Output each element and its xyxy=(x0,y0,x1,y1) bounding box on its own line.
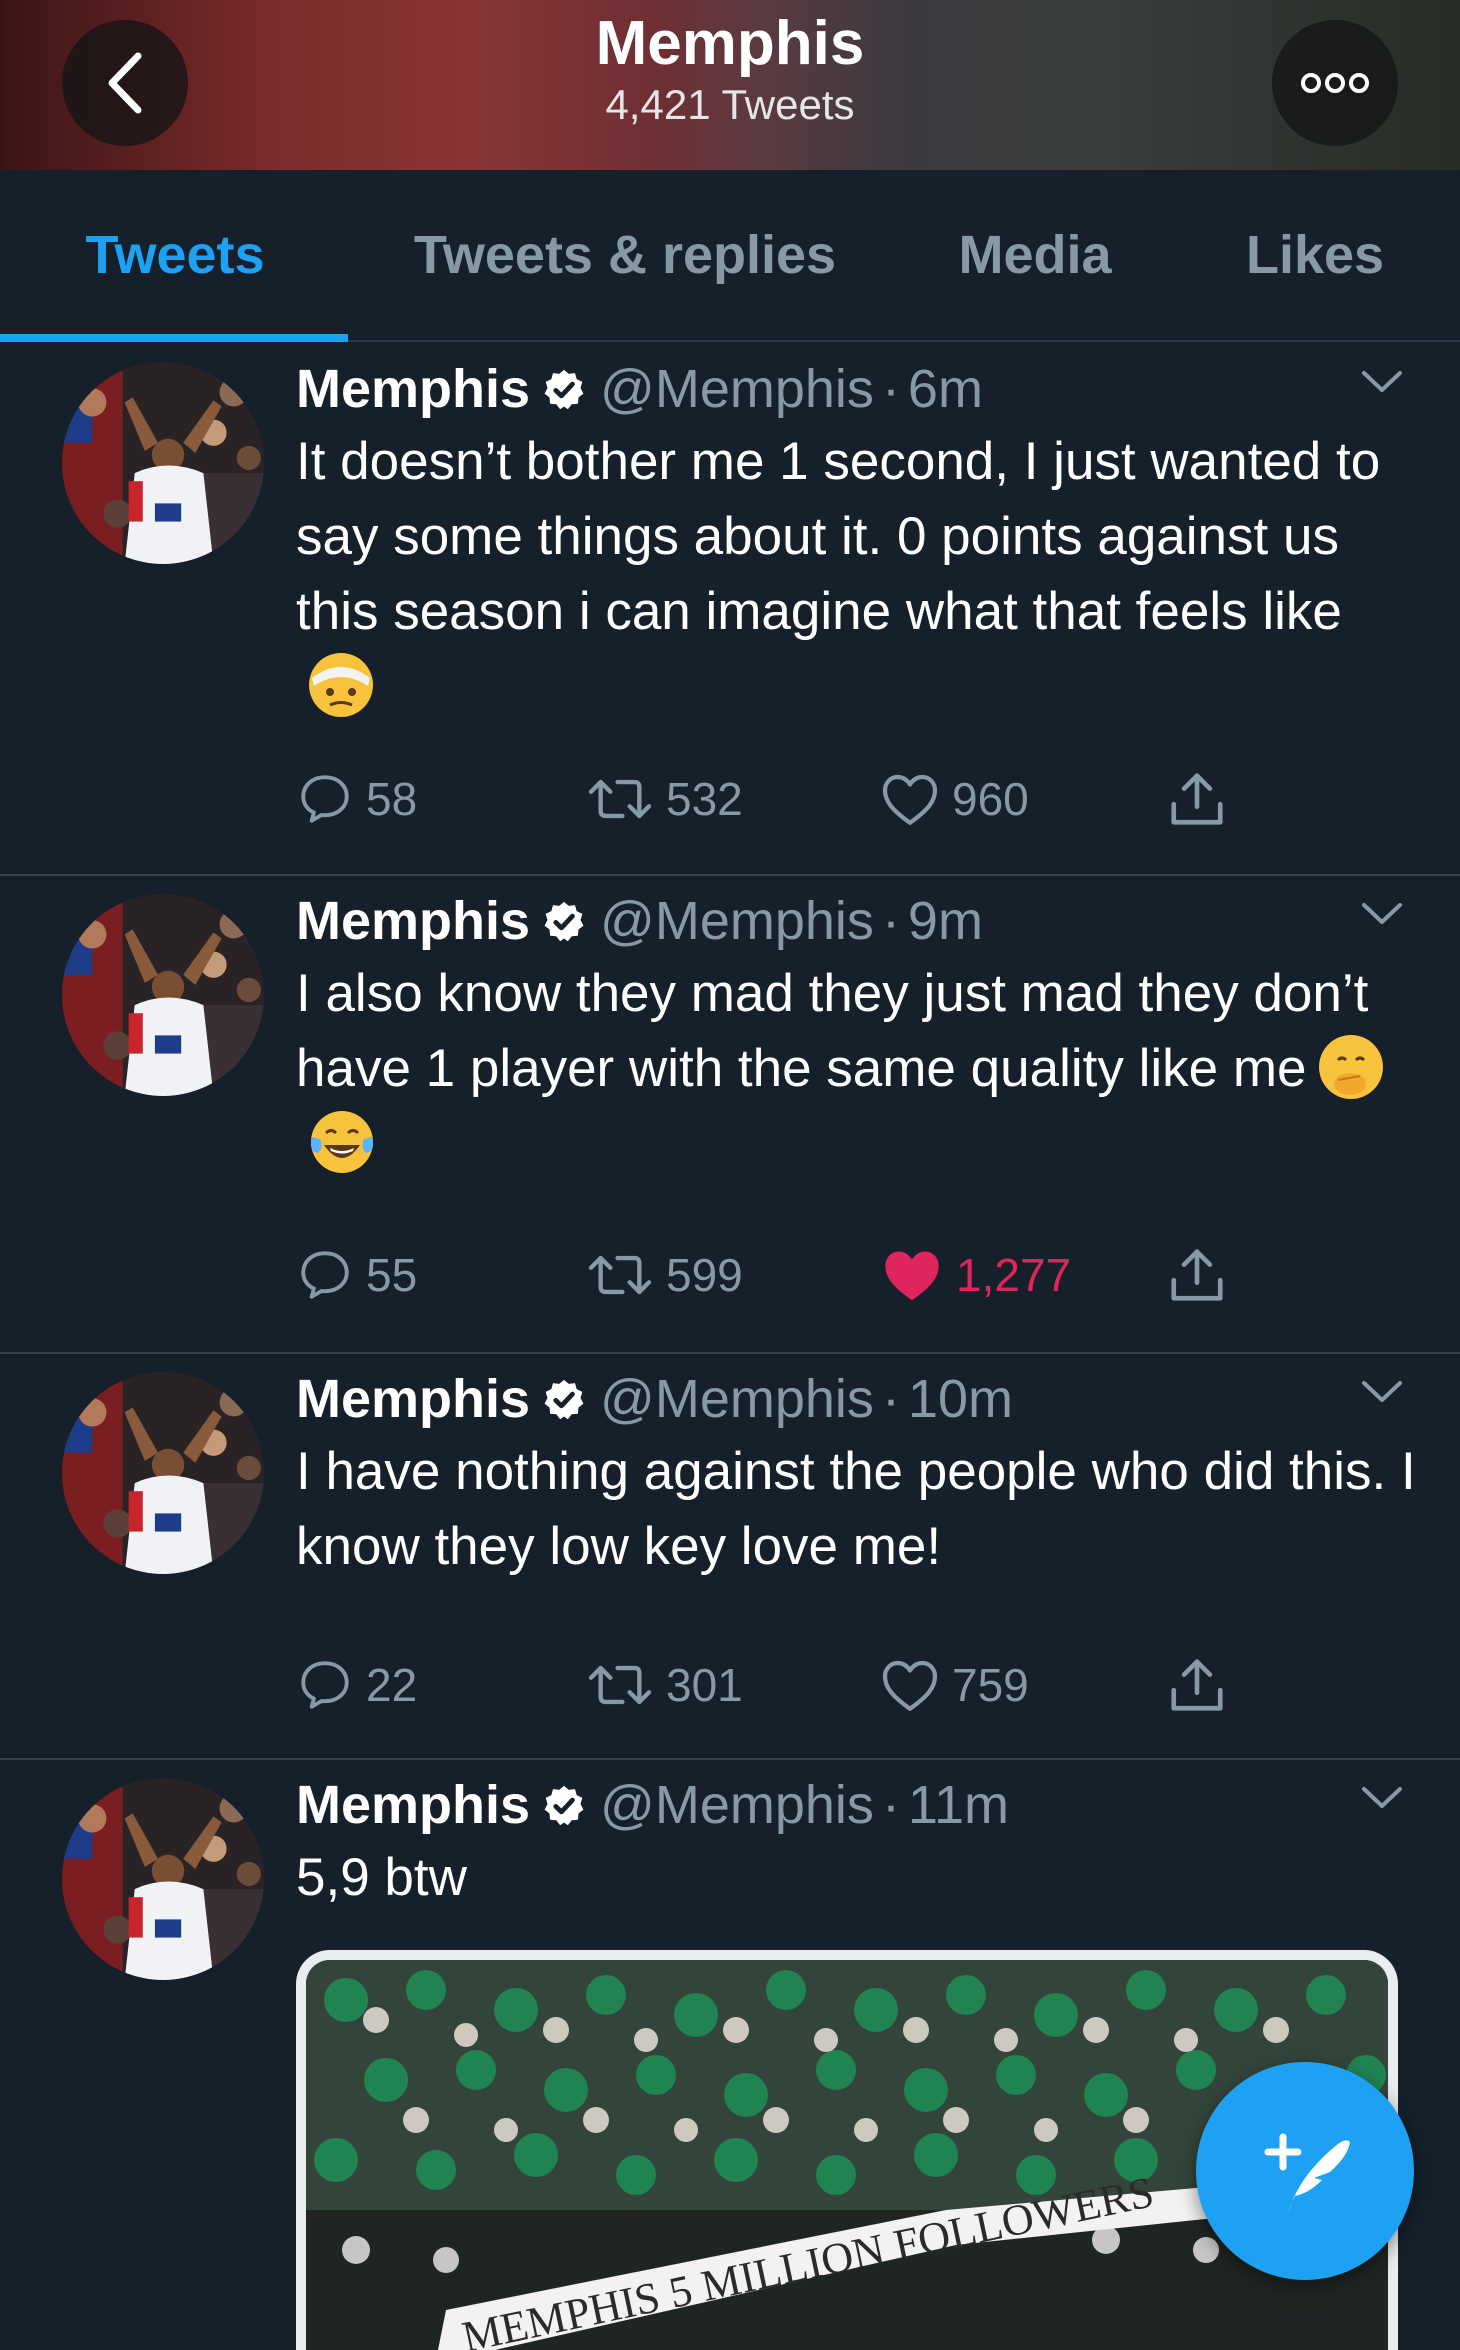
retweet-button[interactable]: 301 xyxy=(586,1650,743,1720)
tweet-handle: @Memphis xyxy=(600,1775,874,1835)
share-icon xyxy=(1171,773,1223,825)
reply-icon xyxy=(301,1251,349,1299)
tweet-count: 4,421 Tweets xyxy=(605,81,855,128)
compose-tweet-icon xyxy=(1264,2133,1350,2214)
tweet-time: 6m xyxy=(907,359,983,419)
like-count: 960 xyxy=(952,773,1029,825)
more-options-button[interactable] xyxy=(1272,20,1398,146)
separator-dot: · xyxy=(881,1369,900,1429)
tweet-actions: 58 532 960 xyxy=(296,764,1336,834)
tab-tweets[interactable]: Tweets xyxy=(30,170,320,340)
tab-tweets-and-replies[interactable]: Tweets & replies xyxy=(370,170,880,340)
like-button[interactable]: 759 xyxy=(880,1650,1029,1720)
tweet-header: Memphis @Memphis · 6m xyxy=(296,354,983,424)
tweet-text-content: I have nothing against the people who di… xyxy=(296,1442,1416,1576)
tweet-author-name[interactable]: Memphis xyxy=(296,1369,530,1429)
reply-count: 55 xyxy=(366,1249,418,1301)
heart-icon xyxy=(882,1660,938,1711)
verified-badge-icon xyxy=(544,1785,584,1825)
share-icon xyxy=(1171,1249,1223,1301)
separator-dot: · xyxy=(881,1775,900,1835)
tweet-actions: 55 599 1,277 xyxy=(296,1240,1336,1310)
tweet-card[interactable]: Memphis @Memphis · 9m I also know they mad … xyxy=(0,876,1460,1354)
verified-badge-icon xyxy=(544,901,584,941)
heart-filled-icon xyxy=(885,1251,939,1301)
face-with-head-bandage-icon xyxy=(309,653,373,717)
tears-of-joy-icon xyxy=(310,1111,374,1173)
caret-down-icon[interactable] xyxy=(1360,1784,1404,1812)
tweet-handle: @Memphis xyxy=(600,891,874,951)
tweet-card[interactable]: Memphis @Memphis · 6m It doesn’t bother me … xyxy=(0,344,1460,876)
caret-down-icon[interactable] xyxy=(1360,1378,1404,1406)
tweet-header: Memphis @Memphis · 9m xyxy=(296,886,983,956)
tweet-text: I also know they mad they just mad they … xyxy=(296,956,1416,1181)
tweet-time: 11m xyxy=(907,1775,1009,1835)
retweet-button[interactable]: 532 xyxy=(586,764,743,834)
verified-badge-icon xyxy=(544,1379,584,1419)
like-button[interactable]: 960 xyxy=(880,764,1029,834)
tweet-header: Memphis @Memphis · 11m xyxy=(296,1770,1009,1840)
tweet-time: 10m xyxy=(907,1369,1013,1429)
tweet-card[interactable]: Memphis @Memphis · 10m I have nothing again… xyxy=(0,1354,1460,1760)
tweet-text-content: 5,9 btw xyxy=(296,1848,467,1907)
tweet-text: 5,9 btw xyxy=(296,1840,1416,1915)
reply-icon xyxy=(301,775,349,823)
tweet-text-content: It doesn’t bother me 1 second, I just wa… xyxy=(296,432,1381,641)
like-count: 1,277 xyxy=(956,1249,1072,1301)
separator-dot: · xyxy=(881,359,900,419)
like-count: 759 xyxy=(952,1659,1029,1711)
tweet-handle: @Memphis xyxy=(600,1369,874,1429)
share-button[interactable] xyxy=(1166,1650,1240,1720)
avatar[interactable] xyxy=(62,1372,264,1574)
reply-button[interactable]: 22 xyxy=(296,1650,417,1720)
face-with-hand-over-mouth-icon xyxy=(1319,1035,1384,1099)
share-button[interactable] xyxy=(1166,764,1240,834)
reply-icon xyxy=(301,1661,349,1709)
share-icon xyxy=(1171,1659,1223,1711)
more-dots-icon xyxy=(1301,73,1369,93)
reply-button[interactable]: 58 xyxy=(296,764,417,834)
caret-down-icon[interactable] xyxy=(1360,900,1404,928)
tweet-time: 9m xyxy=(907,891,983,951)
tweet-text: I have nothing against the people who di… xyxy=(296,1434,1416,1584)
reply-button[interactable]: 55 xyxy=(296,1240,417,1310)
tweet-author-name[interactable]: Memphis xyxy=(296,891,530,951)
heart-icon xyxy=(882,774,938,825)
avatar[interactable] xyxy=(62,894,264,1096)
retweet-icon xyxy=(588,779,652,819)
avatar[interactable] xyxy=(62,362,264,564)
retweet-icon xyxy=(588,1665,652,1705)
tweet-header: Memphis @Memphis · 10m xyxy=(296,1364,1013,1434)
tab-likes[interactable]: Likes xyxy=(1220,170,1410,340)
tweet-author-name[interactable]: Memphis xyxy=(296,1775,530,1835)
like-button[interactable]: 1,277 xyxy=(880,1240,1071,1310)
retweet-count: 301 xyxy=(666,1659,743,1711)
reply-count: 22 xyxy=(366,1659,418,1711)
tweet-text: It doesn’t bother me 1 second, I just wa… xyxy=(296,424,1416,724)
reply-count: 58 xyxy=(366,773,418,825)
caret-down-icon[interactable] xyxy=(1360,368,1404,396)
profile-header: Memphis 4,421 Tweets xyxy=(0,0,1460,170)
retweet-icon xyxy=(588,1255,652,1295)
retweet-button[interactable]: 599 xyxy=(586,1240,743,1310)
share-button[interactable] xyxy=(1166,1240,1240,1310)
active-tab-indicator xyxy=(0,334,348,342)
tab-media[interactable]: Media xyxy=(930,170,1140,340)
compose-tweet-button[interactable] xyxy=(1196,2062,1414,2280)
tweet-text-content: I also know they mad they just mad they … xyxy=(296,964,1369,1098)
tweet-actions: 22 301 759 xyxy=(296,1650,1336,1720)
separator-dot: · xyxy=(881,891,900,951)
verified-badge-icon xyxy=(544,369,584,409)
retweet-count: 599 xyxy=(666,1249,743,1301)
profile-tabs: Tweets Tweets & replies Media Likes xyxy=(0,170,1460,342)
avatar[interactable] xyxy=(62,1778,264,1980)
retweet-count: 532 xyxy=(666,773,743,825)
tweet-handle: @Memphis xyxy=(600,359,874,419)
tweet-author-name[interactable]: Memphis xyxy=(296,359,530,419)
header-title: Memphis xyxy=(595,9,865,78)
